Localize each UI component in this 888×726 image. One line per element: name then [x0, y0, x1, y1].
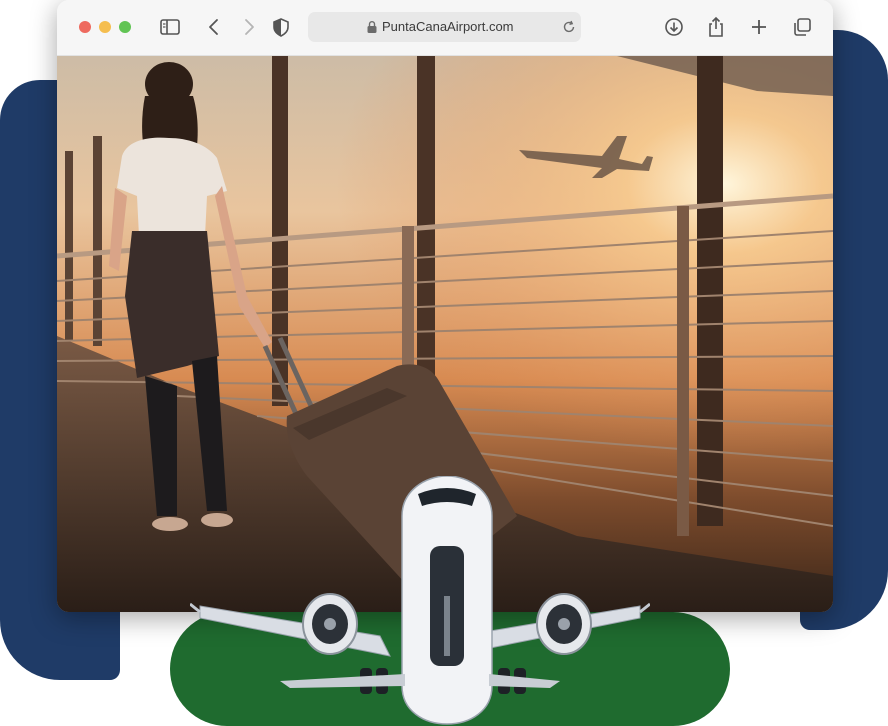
share-icon[interactable]: [704, 16, 728, 38]
column: [93, 136, 102, 346]
download-icon[interactable]: [662, 16, 686, 38]
lock-icon: [367, 21, 377, 33]
zoom-window-button[interactable]: [119, 21, 131, 33]
column: [65, 151, 73, 341]
railing-post: [677, 206, 689, 536]
column: [697, 56, 723, 526]
address-bar[interactable]: PuntaCanaAirport.com: [308, 12, 581, 42]
reload-icon[interactable]: [562, 20, 576, 34]
close-window-button[interactable]: [79, 21, 91, 33]
tabs-icon[interactable]: [790, 16, 814, 38]
forward-icon[interactable]: [237, 16, 261, 38]
new-tab-icon[interactable]: [747, 16, 771, 38]
browser-toolbar: PuntaCanaAirport.com: [57, 0, 833, 56]
sidebar-icon[interactable]: [158, 16, 182, 38]
airliner-front-view: [190, 476, 650, 725]
minimize-window-button[interactable]: [99, 21, 111, 33]
address-bar-url: PuntaCanaAirport.com: [382, 19, 514, 34]
back-icon[interactable]: [202, 16, 226, 38]
shield-icon[interactable]: [269, 16, 293, 38]
